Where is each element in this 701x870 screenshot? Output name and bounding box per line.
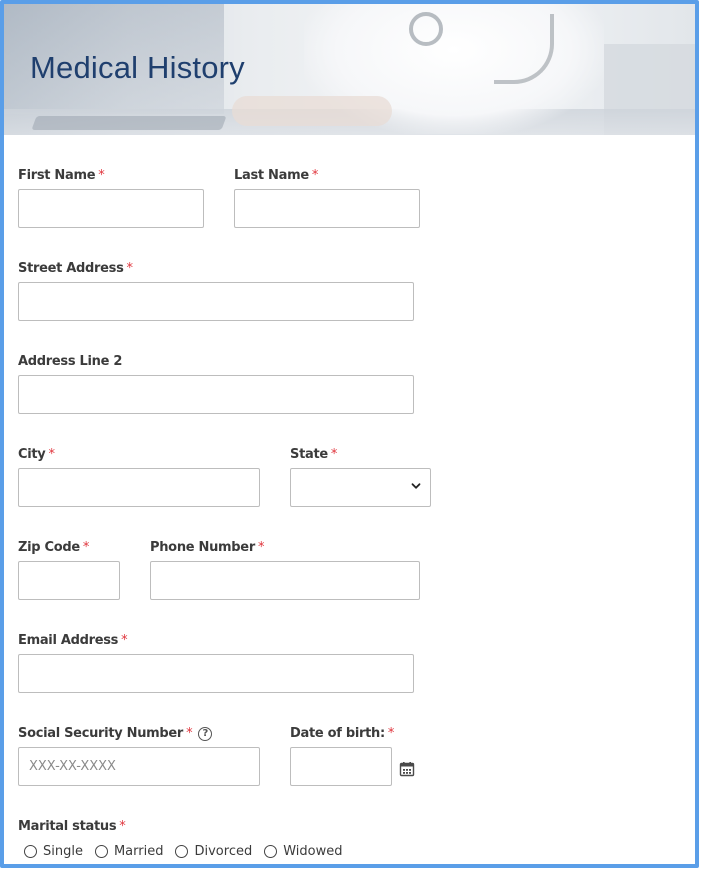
address-line-2-label-text: Address Line 2 xyxy=(18,354,123,369)
radio-button[interactable] xyxy=(24,845,37,858)
help-icon[interactable]: ? xyxy=(198,727,213,741)
zip-code-label: Zip Code * xyxy=(18,540,89,555)
zip-code-input[interactable] xyxy=(18,561,120,600)
city-label: City * xyxy=(18,447,55,462)
email-address-input[interactable] xyxy=(18,654,414,693)
state-label-text: State xyxy=(290,447,328,462)
required-marker: * xyxy=(330,447,338,462)
phone-number-input[interactable] xyxy=(150,561,420,600)
zip-code-label-text: Zip Code xyxy=(18,540,80,555)
ssn-input[interactable] xyxy=(18,747,260,786)
street-address-label: Street Address * xyxy=(18,261,133,276)
banner-keyboard-image xyxy=(31,116,227,130)
state-label: State * xyxy=(290,447,337,462)
required-marker: * xyxy=(98,168,105,183)
required-marker: * xyxy=(82,540,90,555)
ssn-label-text: Social Security Number xyxy=(18,726,184,741)
last-name-label-text: Last Name xyxy=(234,168,309,183)
banner-stethoscope-image xyxy=(409,12,443,46)
marital-status-options: Single Married Divorced Widowed xyxy=(24,844,355,859)
header-banner: Medical History xyxy=(4,4,695,135)
required-marker: * xyxy=(257,540,265,555)
email-address-label-text: Email Address xyxy=(18,633,119,648)
required-marker: * xyxy=(121,633,128,648)
radio-label: Single xyxy=(43,844,83,859)
marital-status-label: Marital status * xyxy=(18,819,126,834)
first-name-label: First Name * xyxy=(18,168,105,183)
address-line-2-input[interactable] xyxy=(18,375,414,414)
required-marker: * xyxy=(119,819,126,834)
city-label-text: City xyxy=(18,447,46,462)
page-title: Medical History xyxy=(30,50,245,85)
dob-label: Date of birth: * xyxy=(290,726,394,741)
form-frame: Medical History First Name * Last Name * S… xyxy=(0,0,699,868)
chevron-down-icon xyxy=(411,483,421,489)
radio-label: Divorced xyxy=(194,844,253,859)
street-address-input[interactable] xyxy=(18,282,414,321)
radio-married[interactable]: Married xyxy=(94,844,164,859)
email-address-label: Email Address * xyxy=(18,633,128,648)
required-marker: * xyxy=(126,261,134,276)
required-marker: * xyxy=(311,168,319,183)
radio-button[interactable] xyxy=(264,845,278,858)
radio-label: Widowed xyxy=(283,844,343,859)
street-address-label-text: Street Address xyxy=(18,261,124,276)
dob-label-text: Date of birth: xyxy=(290,726,385,741)
phone-number-label-text: Phone Number xyxy=(150,540,255,555)
required-marker: * xyxy=(387,726,395,741)
first-name-label-text: First Name xyxy=(18,168,96,183)
dob-input[interactable] xyxy=(290,747,392,786)
city-input[interactable] xyxy=(18,468,260,507)
last-name-input[interactable] xyxy=(234,189,420,228)
radio-label: Married xyxy=(113,844,164,859)
ssn-label: Social Security Number *? xyxy=(18,726,213,741)
phone-number-label: Phone Number * xyxy=(150,540,264,555)
required-marker: * xyxy=(186,726,193,741)
banner-hand-image xyxy=(232,96,392,126)
required-marker: * xyxy=(48,447,56,462)
radio-button[interactable] xyxy=(94,845,108,858)
calendar-icon[interactable] xyxy=(399,761,415,777)
radio-button[interactable] xyxy=(175,845,189,858)
last-name-label: Last Name * xyxy=(234,168,318,183)
address-line-2-label: Address Line 2 xyxy=(18,354,122,369)
radio-divorced[interactable]: Divorced xyxy=(175,844,252,859)
first-name-input[interactable] xyxy=(18,189,204,228)
marital-status-label-text: Marital status xyxy=(18,819,117,834)
state-select[interactable] xyxy=(290,468,431,507)
radio-single[interactable]: Single xyxy=(24,844,83,859)
radio-widowed[interactable]: Widowed xyxy=(264,844,343,859)
